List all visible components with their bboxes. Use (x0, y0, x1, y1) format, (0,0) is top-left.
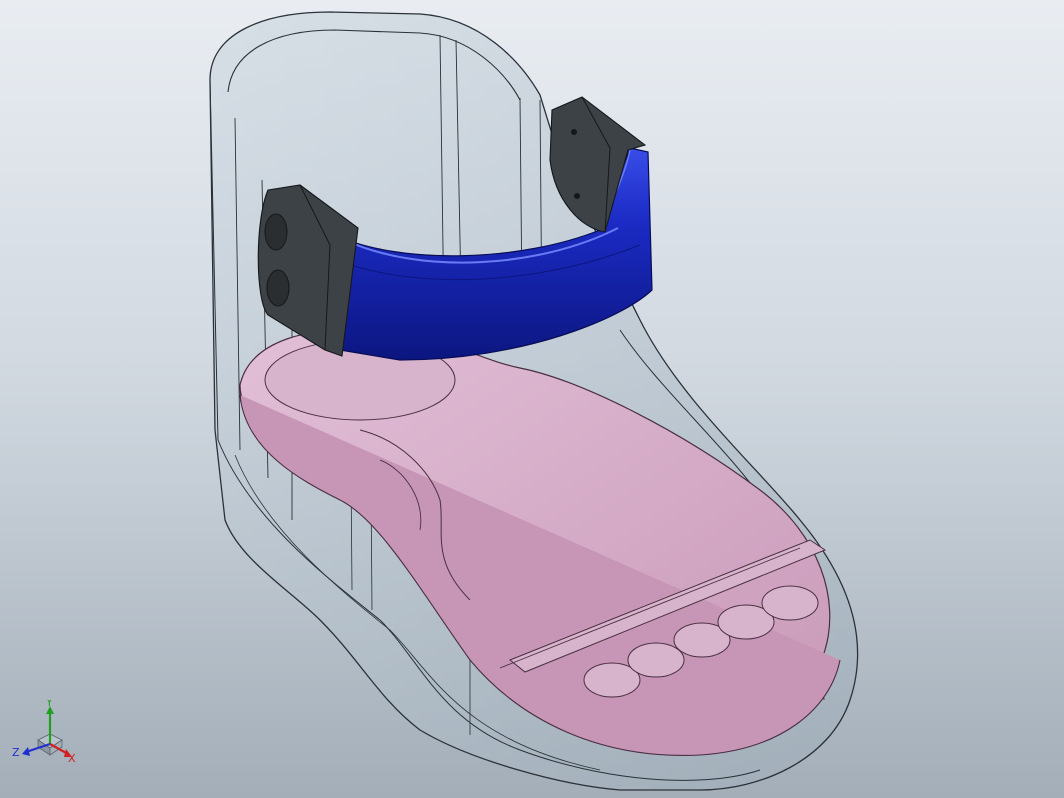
reference-triad: Y X Z (12, 700, 76, 765)
x-axis-label: X (68, 752, 76, 765)
z-axis-label: Z (12, 746, 20, 759)
y-axis-label: Y (45, 700, 53, 709)
graphics-viewport[interactable]: Y X Z (0, 0, 1064, 798)
model-canvas[interactable] (0, 0, 1064, 798)
z-axis-arrowhead (22, 747, 30, 756)
